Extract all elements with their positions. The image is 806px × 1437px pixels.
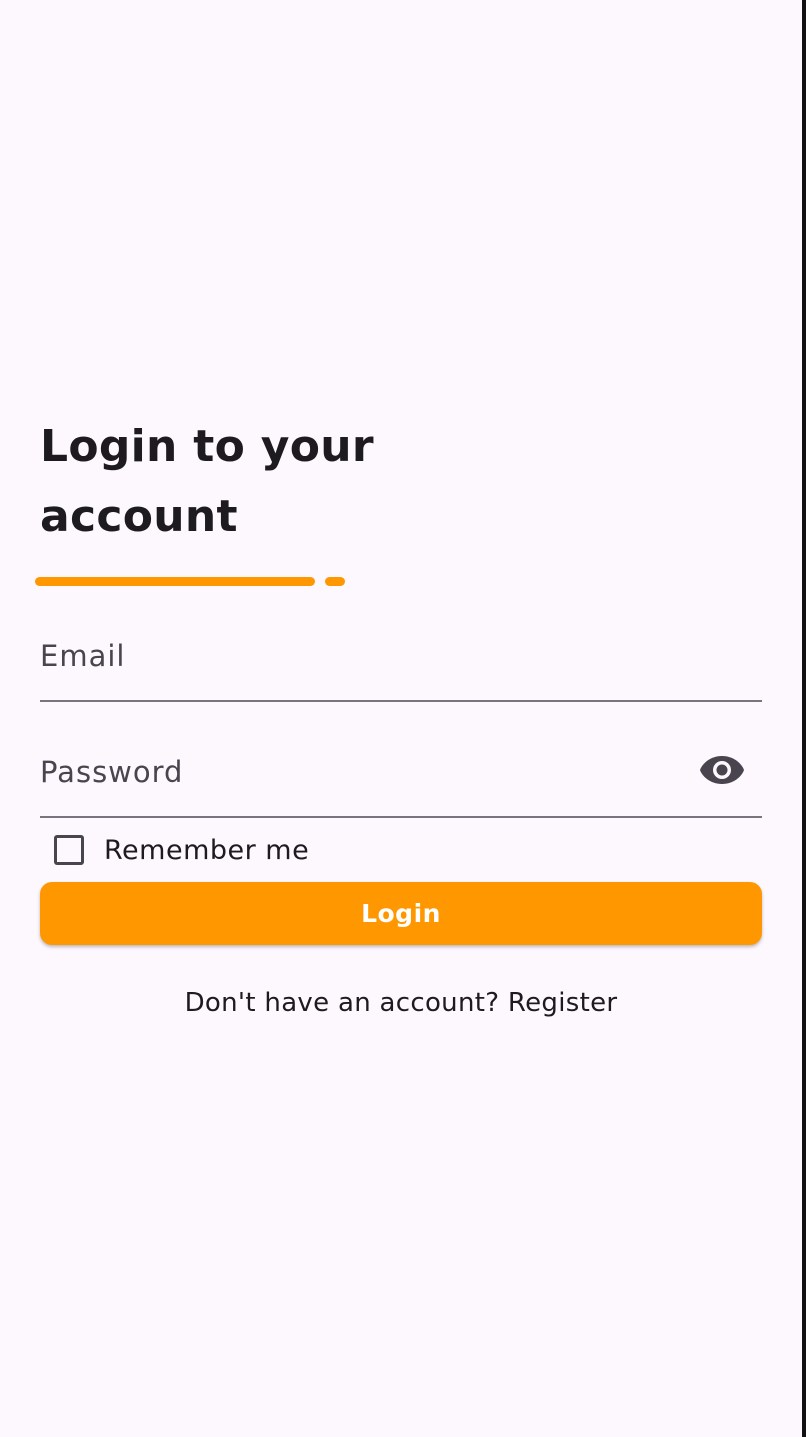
email-input[interactable]: [40, 640, 680, 672]
page-title: Login to your account: [40, 421, 374, 542]
password-visibility-toggle[interactable]: [698, 752, 746, 788]
screen-edge: [802, 0, 806, 1437]
eye-icon: [700, 756, 744, 784]
login-button[interactable]: Login: [40, 882, 762, 945]
password-input[interactable]: [40, 756, 680, 788]
register-prompt: Don't have an account?: [184, 988, 500, 1018]
remember-me-label: Remember me: [104, 834, 310, 866]
remember-me-row: Remember me: [54, 832, 309, 868]
title-underline-dot: [325, 577, 345, 586]
remember-me-checkbox[interactable]: [54, 835, 84, 865]
password-field: [40, 756, 762, 818]
register-prompt-row: Don't have an account? Register: [0, 988, 802, 1018]
title-underline-bar: [35, 577, 315, 586]
register-link[interactable]: Register: [508, 988, 617, 1018]
email-field: [40, 640, 762, 702]
